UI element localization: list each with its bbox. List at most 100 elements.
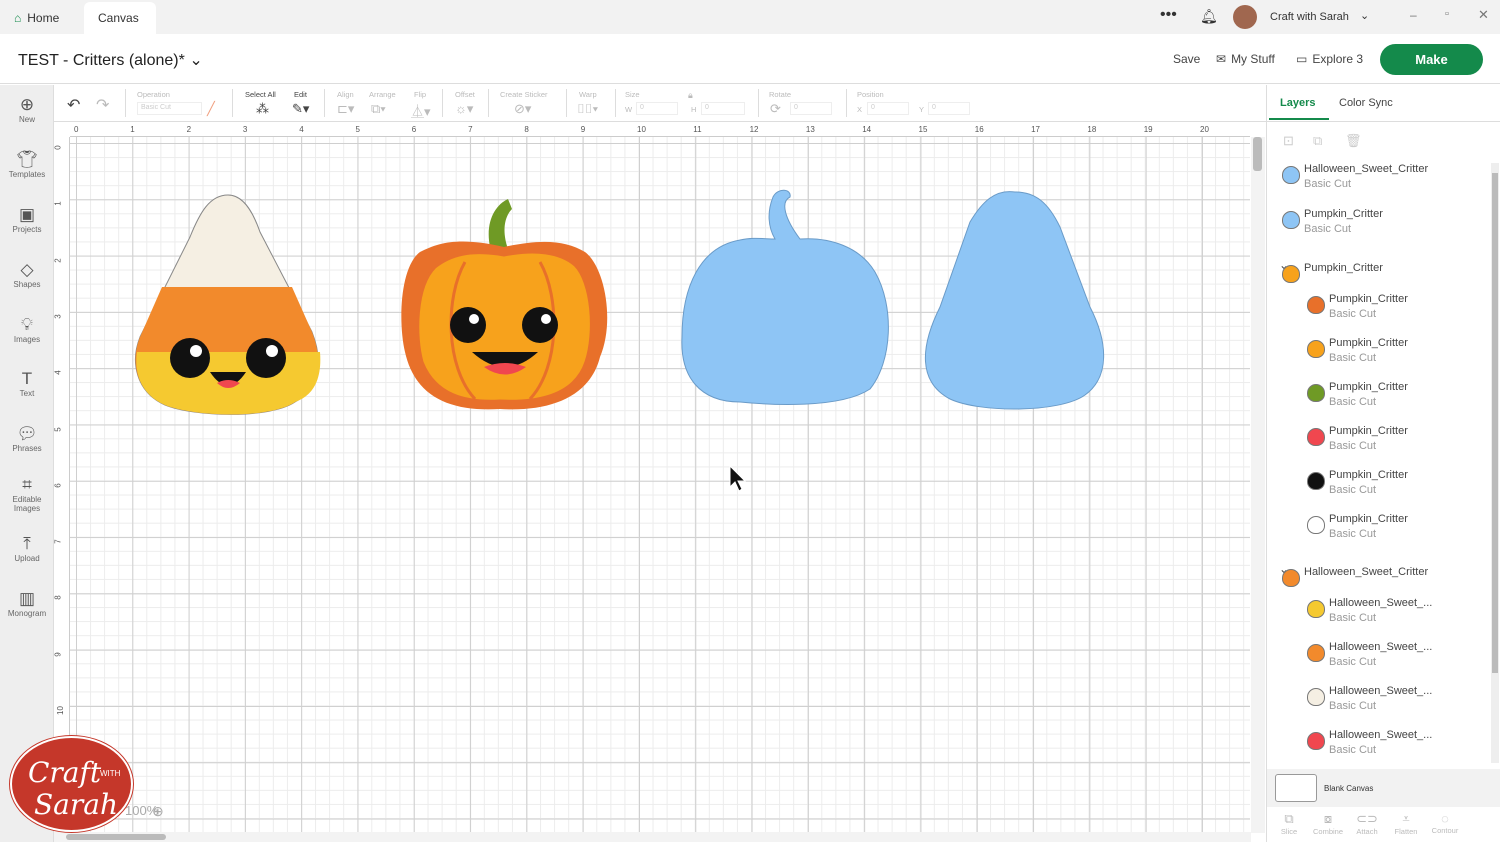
sidebar-item-templates[interactable]: 👕︎ Templates: [0, 150, 54, 179]
minimize-icon[interactable]: –: [1410, 8, 1417, 22]
sidebar-item-editable-images[interactable]: ⌗ Editable Images: [0, 475, 54, 513]
sidebar-item-monogram[interactable]: ▥ Monogram: [0, 589, 54, 618]
candy-corn-critter[interactable]: [135, 194, 321, 415]
layer-list: Halloween_Sweet_Critter Basic Cut Pumpkin_…: [1267, 159, 1489, 769]
contour-button[interactable]: ◌ Contour: [1425, 811, 1465, 835]
combine-button[interactable]: ⧇ Combine: [1308, 811, 1348, 836]
flip-icon[interactable]: ⏅▾: [411, 101, 431, 120]
layer-item[interactable]: Pumpkin_Critter Basic Cut: [1307, 293, 1408, 320]
pencil-icon[interactable]: ✎▾: [292, 101, 309, 117]
canvas-swatch[interactable]: [1275, 774, 1317, 802]
layer-item[interactable]: Halloween_Sweet_... Basic Cut: [1307, 685, 1432, 712]
layer-item[interactable]: Halloween_Sweet_Critter Basic Cut: [1282, 163, 1428, 190]
chevron-down-icon[interactable]: ⌄: [1360, 9, 1369, 22]
ruler-tick-label: 4: [53, 370, 63, 375]
pumpkin-base-shape[interactable]: [681, 189, 889, 405]
attach-icon: ⊂⊃: [1356, 811, 1378, 826]
lock-icon[interactable]: 🔒︎: [688, 90, 693, 101]
tab-home[interactable]: ⌂ Home: [0, 2, 73, 34]
my-stuff-button[interactable]: ✉ My Stuff: [1216, 52, 1275, 66]
sidebar-item-text[interactable]: T Text: [0, 369, 54, 398]
y-input[interactable]: 0: [928, 102, 970, 115]
ruler-tick-label: 8: [524, 125, 529, 134]
candy-corn-base-shape[interactable]: [924, 191, 1105, 410]
vertical-scrollbar[interactable]: [1251, 137, 1265, 833]
undo-icon[interactable]: ↶: [67, 95, 80, 115]
layer-item[interactable]: Pumpkin_Critter Basic Cut: [1307, 425, 1408, 452]
zoom-in-icon[interactable]: ⊕: [152, 803, 164, 820]
layer-name: Halloween_Sweet_...: [1329, 641, 1433, 653]
layer-scrollbar[interactable]: [1491, 163, 1499, 763]
horizontal-scrollbar[interactable]: [54, 832, 1251, 842]
divider: [758, 89, 759, 117]
select-all-icon[interactable]: ⁂: [256, 101, 269, 117]
sidebar-item-projects[interactable]: ▣ Projects: [0, 205, 54, 234]
layer-thumbnail-icon: [1282, 166, 1300, 184]
layer-item[interactable]: Halloween_Sweet_... Basic Cut: [1307, 729, 1432, 756]
ruler-tick-label: 6: [411, 125, 417, 134]
layer-item[interactable]: Halloween_Sweet_... Basic Cut: [1307, 641, 1433, 668]
trash-icon[interactable]: 🗑︎: [1345, 133, 1362, 149]
width-input[interactable]: 0: [636, 102, 678, 115]
sidebar-item-images[interactable]: 💡︎ Images: [0, 315, 54, 344]
layer-name: Pumpkin_Critter: [1329, 513, 1408, 525]
layer-thumbnail-icon: [1307, 384, 1325, 402]
layer-item[interactable]: Halloween_Sweet_... Basic Cut: [1307, 597, 1432, 624]
flatten-icon: ⩡: [1402, 811, 1410, 826]
sidebar-item-new[interactable]: ⊕ New: [0, 95, 54, 124]
x-label: X: [857, 105, 863, 114]
ruler-tick-label: 5: [355, 125, 360, 134]
rotate-icon[interactable]: ⟳: [770, 101, 781, 117]
layer-group[interactable]: ⌄ Pumpkin_Critter: [1279, 258, 1383, 283]
align-icon[interactable]: ⊏▾: [337, 101, 354, 117]
layer-item[interactable]: Pumpkin_Critter Basic Cut: [1307, 513, 1408, 540]
sticker-icon[interactable]: ⊘▾: [514, 101, 531, 117]
redo-icon[interactable]: ↷: [96, 95, 109, 115]
pumpkin-critter[interactable]: [401, 199, 608, 410]
attach-button[interactable]: ⊂⊃ Attach: [1347, 811, 1387, 836]
sidebar-item-phrases[interactable]: 💬︎ Phrases: [0, 424, 54, 453]
ruler-tick-label: 10: [55, 706, 65, 715]
save-button[interactable]: Save: [1173, 52, 1200, 66]
project-title[interactable]: TEST - Critters (alone)* ⌄: [18, 50, 203, 70]
x-input[interactable]: 0: [867, 102, 909, 115]
bell-icon[interactable]: 🔔︎: [1200, 8, 1218, 25]
sidebar-item-shapes[interactable]: ◇ Shapes: [0, 260, 54, 289]
ruler-tick-label: 9: [580, 125, 586, 134]
warp-icon[interactable]: ⌷⌷▾: [577, 101, 598, 117]
design-canvas[interactable]: 100% ⊕: [70, 137, 1250, 833]
offset-icon[interactable]: ☼▾: [455, 101, 473, 117]
sidebar-item-upload[interactable]: ⤒ Upload: [0, 534, 54, 563]
layer-operation: Basic Cut: [1329, 528, 1377, 540]
layer-item[interactable]: Pumpkin_Critter Basic Cut: [1307, 381, 1408, 408]
tab-layers[interactable]: Layers: [1280, 97, 1315, 109]
rotate-input[interactable]: 0: [790, 102, 832, 115]
layer-item[interactable]: Pumpkin_Critter Basic Cut: [1307, 337, 1408, 364]
machine-button[interactable]: ▭ Explore 3: [1296, 52, 1363, 66]
layer-item[interactable]: Pumpkin_Critter Basic Cut: [1307, 469, 1408, 496]
layer-item[interactable]: Pumpkin_Critter Basic Cut: [1282, 208, 1383, 235]
close-icon[interactable]: ✕: [1478, 7, 1489, 23]
flatten-button[interactable]: ⩡ Flatten: [1386, 811, 1426, 836]
blank-canvas-row[interactable]: Blank Canvas: [1267, 769, 1500, 807]
more-icon[interactable]: •••: [1160, 6, 1177, 24]
operation-select[interactable]: Basic Cut: [137, 102, 202, 115]
layer-operation: Basic Cut: [1329, 396, 1377, 408]
make-button[interactable]: Make: [1380, 44, 1483, 75]
position-label: Position: [857, 90, 884, 99]
projects-icon: ▣: [18, 205, 36, 224]
tab-canvas[interactable]: Canvas: [84, 2, 156, 34]
restore-icon[interactable]: ▫: [1445, 8, 1449, 20]
pen-color-icon[interactable]: ╱: [207, 101, 215, 117]
avatar[interactable]: [1233, 5, 1257, 29]
layer-group[interactable]: ⌄ Halloween_Sweet_Critter: [1279, 562, 1428, 587]
layer-operation: Basic Cut: [1329, 612, 1377, 624]
tab-color-sync[interactable]: Color Sync: [1339, 97, 1393, 109]
duplicate-icon[interactable]: ⧉: [1313, 133, 1322, 149]
divider: [488, 89, 489, 117]
arrange-icon[interactable]: ⧉▾: [371, 101, 386, 117]
group-icon[interactable]: ⊡: [1283, 133, 1294, 149]
slice-button[interactable]: ⧉ Slice: [1269, 811, 1309, 836]
user-name[interactable]: Craft with Sarah: [1270, 11, 1349, 23]
height-input[interactable]: 0: [701, 102, 745, 115]
